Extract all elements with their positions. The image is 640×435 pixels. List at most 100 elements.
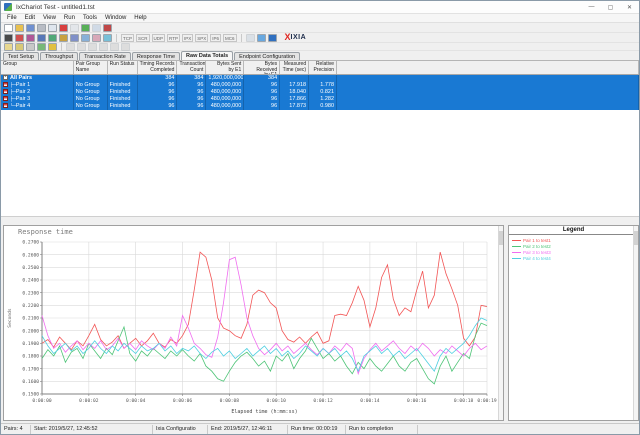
help-icon[interactable] <box>268 34 277 42</box>
cell-group: └─ Pair 4 <box>1 103 74 110</box>
column-header-group[interactable]: Group <box>1 61 74 74</box>
legend-scrollbar[interactable] <box>633 226 638 420</box>
protocol-spx[interactable]: SPX <box>195 34 208 42</box>
tab-raw-data-totals[interactable]: Raw Data Totals <box>181 51 233 60</box>
cell-group: ├─ Pair 3 <box>1 96 74 103</box>
grid-view-icon[interactable] <box>81 34 90 42</box>
column-header-bytes-sent[interactable]: Bytes Sent by E1 <box>206 61 244 74</box>
menu-view[interactable]: View <box>39 15 60 21</box>
print-icon[interactable] <box>37 24 46 32</box>
column-header-transaction-count[interactable]: Transaction Count <box>177 61 206 74</box>
toolbar-main <box>1 23 639 33</box>
table-row-pair-2[interactable]: ├─ Pair 2No GroupFinished9696480,000,000… <box>1 89 639 96</box>
toolbar-separator <box>241 34 242 42</box>
open-file-icon[interactable] <box>15 24 24 32</box>
x-tick-label: 0:00:12 <box>313 398 333 404</box>
protocol-ipx[interactable]: IPX <box>182 34 193 42</box>
menu-tools[interactable]: Tools <box>79 15 101 21</box>
table-row-pair-4[interactable]: └─ Pair 4No GroupFinished9696480,000,000… <box>1 103 639 110</box>
menu-run[interactable]: Run <box>60 15 79 21</box>
column-header-run-status[interactable]: Run Status <box>108 61 138 74</box>
y-tick-label: 0.2700 <box>22 240 39 246</box>
column-header-bytes-received[interactable]: Bytes Received by E1 <box>244 61 280 74</box>
menu-window[interactable]: Window <box>101 15 130 21</box>
new-file-icon[interactable] <box>4 24 13 32</box>
tab-response-time[interactable]: Response Time <box>132 52 180 60</box>
menu-file[interactable]: File <box>3 15 21 21</box>
status-segment-3: End: 2019/5/27, 12:46:11 <box>208 425 288 434</box>
ixia-logo: XIXIA <box>285 33 307 42</box>
refresh-icon[interactable] <box>257 34 266 42</box>
minimize-button[interactable]: — <box>582 1 601 13</box>
column-header-pair-group-name[interactable]: Pair Group Name <box>74 61 108 74</box>
column-header-timing-records[interactable]: Timing Records Completed <box>138 61 178 74</box>
ixia-port-icon[interactable] <box>103 34 112 42</box>
cell-bytes_received: 384 <box>244 75 280 82</box>
tab-test-setup[interactable]: Test Setup <box>3 52 39 60</box>
report-icon[interactable] <box>26 43 35 51</box>
cell-relative_precision <box>309 75 337 82</box>
chart-view-icon[interactable] <box>92 34 101 42</box>
cell-relative_precision: 0.821 <box>309 89 337 96</box>
table-row-pair-1[interactable]: ├─ Pair 1No GroupFinished9696480,000,000… <box>1 82 639 89</box>
menu-edit[interactable]: Edit <box>21 15 39 21</box>
chart-scrollbar[interactable] <box>498 226 503 420</box>
maximize-button[interactable]: ▢ <box>601 1 620 13</box>
protocol-scr[interactable]: SCR <box>136 34 150 42</box>
bookmark-icon[interactable] <box>103 24 112 32</box>
cell-relative_precision: 1.778 <box>309 82 337 89</box>
table-row-all-pairs[interactable]: -All Pairs3843841,920,000,000384 <box>1 75 639 82</box>
cell-filler <box>337 82 639 89</box>
status-segment-5: Run to completion <box>346 425 418 434</box>
cell-run_status <box>108 75 138 82</box>
add-vpn-pair-icon[interactable] <box>37 34 46 42</box>
tree-expander-icon[interactable]: - <box>3 75 8 80</box>
clipboard-copy-icon[interactable] <box>4 43 13 51</box>
cell-pair_group_name: No Group <box>74 89 108 96</box>
column-header-relative-precision[interactable]: Relative Precision <box>309 61 337 74</box>
y-tick-label: 0.1900 <box>22 341 39 347</box>
x-tick-label: 0:00:14 <box>360 398 380 404</box>
wizard-icon[interactable] <box>70 34 79 42</box>
status-segment-1: Start: 2019/5/27, 12:45:52 <box>31 425 153 434</box>
legend-swatch <box>512 252 521 253</box>
tab-transaction-rate[interactable]: Transaction Rate <box>79 52 131 60</box>
protocol-udp[interactable]: UDP <box>152 34 166 42</box>
chart-scrollbar-thumb[interactable] <box>499 231 503 245</box>
add-hardware-pair-icon[interactable] <box>48 34 57 42</box>
copy-icon[interactable] <box>48 24 57 32</box>
protocol-tcp[interactable]: TCP <box>121 34 134 42</box>
cell-filler <box>337 103 639 110</box>
cursor-icon[interactable] <box>4 34 13 42</box>
legend-item-pair-4[interactable]: Pair 4 to test4 <box>512 255 635 261</box>
menu-help[interactable]: Help <box>130 15 150 21</box>
app-window: IxChariot Test - untitled1.tst — ▢ ✕ Fil… <box>0 0 640 435</box>
tab-endpoint-configuration[interactable]: Endpoint Configuration <box>234 52 300 60</box>
clipboard-paste-icon[interactable] <box>15 43 24 51</box>
stop-icon[interactable] <box>59 24 68 32</box>
add-pair-icon[interactable] <box>15 34 24 42</box>
close-button[interactable]: ✕ <box>620 1 639 13</box>
table-row-pair-3[interactable]: ├─ Pair 3No GroupFinished9696480,000,000… <box>1 96 639 103</box>
cell-pair_group_name: No Group <box>74 103 108 110</box>
protocol-ip6[interactable]: IP6 <box>210 34 221 42</box>
cell-transaction_count: 96 <box>177 103 206 110</box>
favorites-icon[interactable] <box>48 43 57 51</box>
export-chart-icon[interactable] <box>37 43 46 51</box>
add-icon[interactable] <box>81 24 90 32</box>
edit-pair-icon[interactable] <box>59 34 68 42</box>
y-tick-label: 0.2400 <box>22 278 39 284</box>
legend-scrollbar-thumb[interactable] <box>634 231 638 245</box>
add-multicast-pair-icon[interactable] <box>26 34 35 42</box>
save-icon[interactable] <box>26 24 35 32</box>
protocol-rtp[interactable]: RTP <box>167 34 180 42</box>
protocol-mc6[interactable]: MC6 <box>223 34 237 42</box>
tab-throughput[interactable]: Throughput <box>40 52 78 60</box>
status-segment-0: Pairs: 4 <box>1 425 31 434</box>
column-header-measured-time[interactable]: Measured Time (sec) <box>280 61 309 74</box>
y-tick-label: 0.1500 <box>22 392 39 398</box>
results-table: GroupPair Group NameRun StatusTiming Rec… <box>1 60 639 216</box>
cell-timing_records: 96 <box>138 89 178 96</box>
horizontal-splitter[interactable] <box>1 216 639 223</box>
column-header-filler[interactable] <box>337 61 639 74</box>
